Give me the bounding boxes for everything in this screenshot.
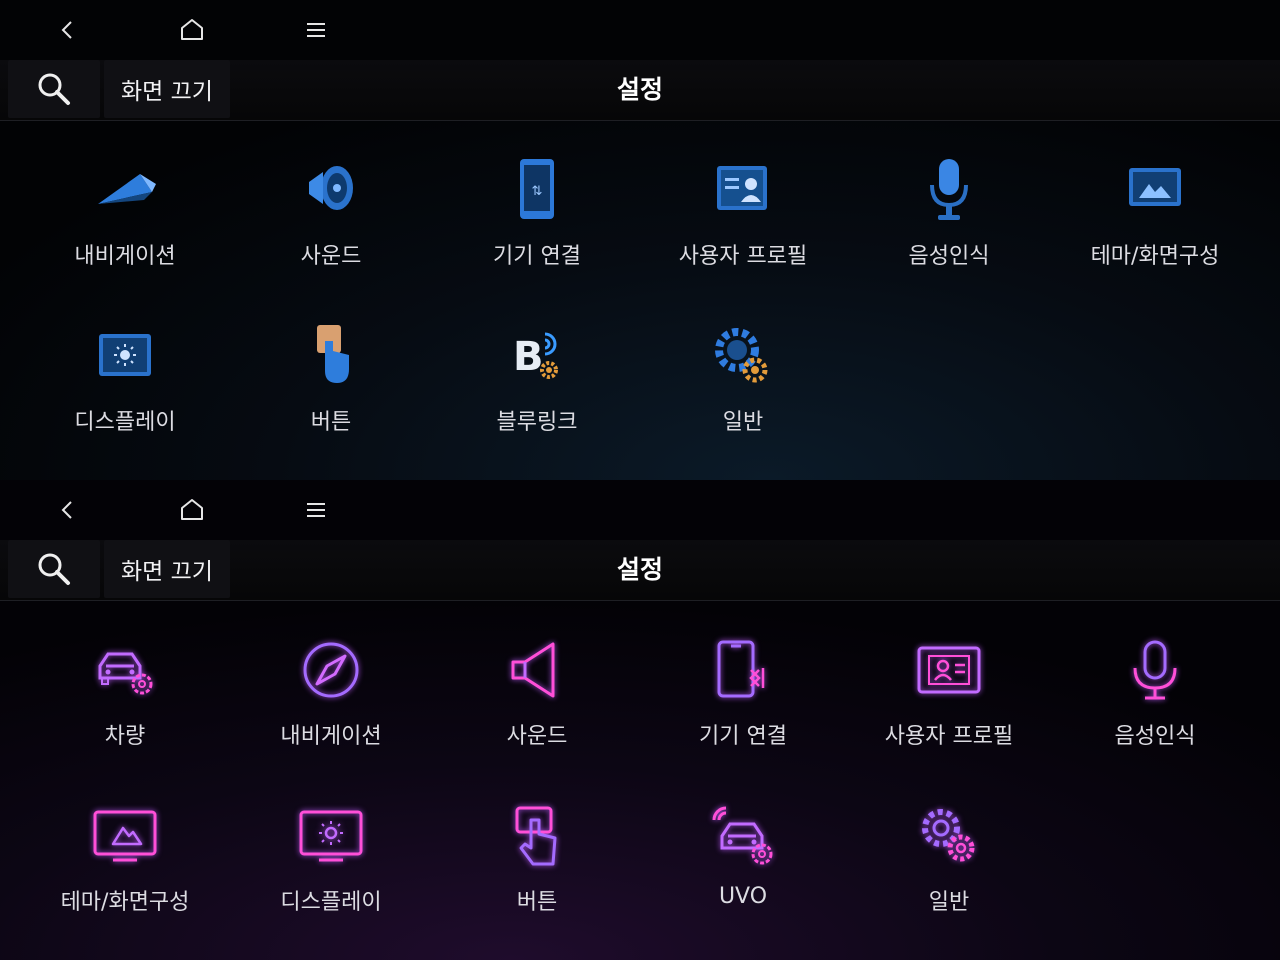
settings-item-label: 사운드: [300, 244, 362, 269]
settings-item-general[interactable]: 일반: [846, 766, 1052, 916]
menu-button[interactable]: [286, 486, 346, 534]
speaker-icon: [511, 642, 555, 698]
settings-grid: 내비게이션 사운드 ⇅ 기기 연결 사용자 프로필 음성인식 테마/화면구성 디…: [0, 120, 1280, 480]
settings-item-user-profile[interactable]: 사용자 프로필: [640, 120, 846, 270]
search-icon: [38, 553, 70, 585]
settings-item-button[interactable]: 버튼: [228, 286, 434, 436]
gear-icon: [922, 809, 975, 862]
button-touch-icon: [515, 806, 557, 866]
menu-icon: [307, 503, 325, 517]
settings-item-label: 사용자 프로필: [678, 244, 808, 269]
settings-item-label: 테마/화면구성: [60, 890, 190, 915]
settings-item-bluelink[interactable]: B 블루링크: [434, 286, 640, 436]
settings-item-display[interactable]: 디스플레이: [22, 286, 228, 436]
settings-item-button[interactable]: 버튼: [434, 766, 640, 916]
settings-item-sound[interactable]: 사운드: [434, 600, 640, 750]
bluelink-icon: B: [513, 332, 558, 380]
svg-text:B: B: [513, 334, 544, 380]
settings-item-theme[interactable]: 테마/화면구성: [22, 766, 228, 916]
settings-screen-purple: 화면 끄기 설정 차량 내비게이션 사운드 기기 연결 사용자 프로필 음성인식: [0, 480, 1280, 960]
settings-item-vehicle[interactable]: 차량: [22, 600, 228, 750]
settings-item-label: 블루링크: [496, 410, 578, 435]
search-button[interactable]: [8, 540, 100, 598]
page-title: 설정: [616, 75, 663, 104]
chevron-left-icon: [61, 21, 72, 39]
profile-card-icon: [917, 646, 981, 694]
svg-text:⇅: ⇅: [532, 184, 543, 199]
settings-item-label: 버튼: [516, 890, 558, 915]
settings-item-voice-recognition[interactable]: 음성인식: [846, 120, 1052, 270]
button-touch-icon: [317, 325, 349, 383]
back-button[interactable]: [38, 486, 98, 534]
phone-connection-icon: [717, 640, 765, 698]
settings-item-label: 일반: [928, 890, 970, 915]
display-brightness-icon: [99, 334, 151, 376]
settings-item-label: 사용자 프로필: [884, 724, 1014, 749]
menu-icon: [307, 23, 325, 37]
back-button[interactable]: [38, 6, 98, 54]
compass-icon: [303, 642, 359, 698]
screen-off-button[interactable]: 화면 끄기: [104, 540, 230, 598]
settings-item-label: 기기 연결: [493, 244, 581, 269]
settings-item-label: 내비게이션: [74, 244, 176, 269]
settings-item-label: 디스플레이: [280, 890, 382, 915]
settings-item-label: 버튼: [310, 410, 352, 435]
chevron-left-icon: [61, 501, 72, 519]
settings-item-label: 음성인식: [1114, 724, 1196, 749]
settings-header: 화면 끄기 설정: [0, 540, 1280, 601]
theme-monitor-icon: [1129, 168, 1181, 206]
page-title: 설정: [616, 555, 663, 584]
search-button[interactable]: [8, 60, 100, 118]
home-button[interactable]: [162, 486, 222, 534]
gear-icon: [715, 328, 768, 383]
settings-grid: 차량 내비게이션 사운드 기기 연결 사용자 프로필 음성인식 테마/화면구성: [0, 600, 1280, 960]
top-nav-bar: [0, 0, 1280, 60]
settings-item-navigation[interactable]: 내비게이션: [22, 120, 228, 270]
settings-item-label: UVO: [718, 884, 768, 909]
navigation-icon: [98, 174, 156, 204]
settings-item-label: 내비게이션: [280, 724, 382, 749]
home-button[interactable]: [162, 6, 222, 54]
microphone-icon: [1133, 640, 1177, 700]
settings-item-label: 음성인식: [908, 244, 990, 269]
settings-item-general[interactable]: 일반: [640, 286, 846, 436]
profile-card-icon: [717, 166, 767, 210]
search-icon: [38, 73, 70, 105]
settings-item-navigation[interactable]: 내비게이션: [228, 600, 434, 750]
phone-connection-icon: ⇅: [520, 159, 554, 219]
settings-screen-blue: 화면 끄기 설정 내비게이션 사운드 ⇅ 기기 연결 사용자 프로필 음성인식 …: [0, 0, 1280, 480]
settings-item-display[interactable]: 디스플레이: [228, 766, 434, 916]
microphone-icon: [930, 159, 968, 220]
settings-item-label: 사운드: [506, 724, 568, 749]
settings-item-label: 차량: [104, 724, 146, 749]
menu-button[interactable]: [286, 6, 346, 54]
screen-off-button[interactable]: 화면 끄기: [104, 60, 230, 118]
settings-header: 화면 끄기 설정: [0, 60, 1280, 121]
settings-item-voice-recognition[interactable]: 음성인식: [1052, 600, 1258, 750]
home-icon: [181, 499, 203, 520]
settings-item-label: 테마/화면구성: [1090, 244, 1220, 269]
display-brightness-icon: [299, 810, 363, 862]
settings-item-label: 디스플레이: [74, 410, 176, 435]
speaker-icon: [309, 166, 353, 210]
settings-item-uvo[interactable]: UVO: [640, 766, 846, 916]
settings-item-theme[interactable]: 테마/화면구성: [1052, 120, 1258, 270]
home-icon: [181, 19, 203, 40]
theme-monitor-icon: [93, 810, 157, 862]
top-nav-bar: [0, 480, 1280, 540]
settings-item-label: 일반: [722, 410, 764, 435]
settings-item-label: 기기 연결: [699, 724, 787, 749]
settings-item-device-connection[interactable]: 기기 연결: [640, 600, 846, 750]
settings-item-device-connection[interactable]: ⇅ 기기 연결: [434, 120, 640, 270]
uvo-connected-car-icon: [712, 806, 773, 865]
settings-item-sound[interactable]: 사운드: [228, 120, 434, 270]
vehicle-settings-icon: [98, 652, 153, 695]
settings-item-user-profile[interactable]: 사용자 프로필: [846, 600, 1052, 750]
